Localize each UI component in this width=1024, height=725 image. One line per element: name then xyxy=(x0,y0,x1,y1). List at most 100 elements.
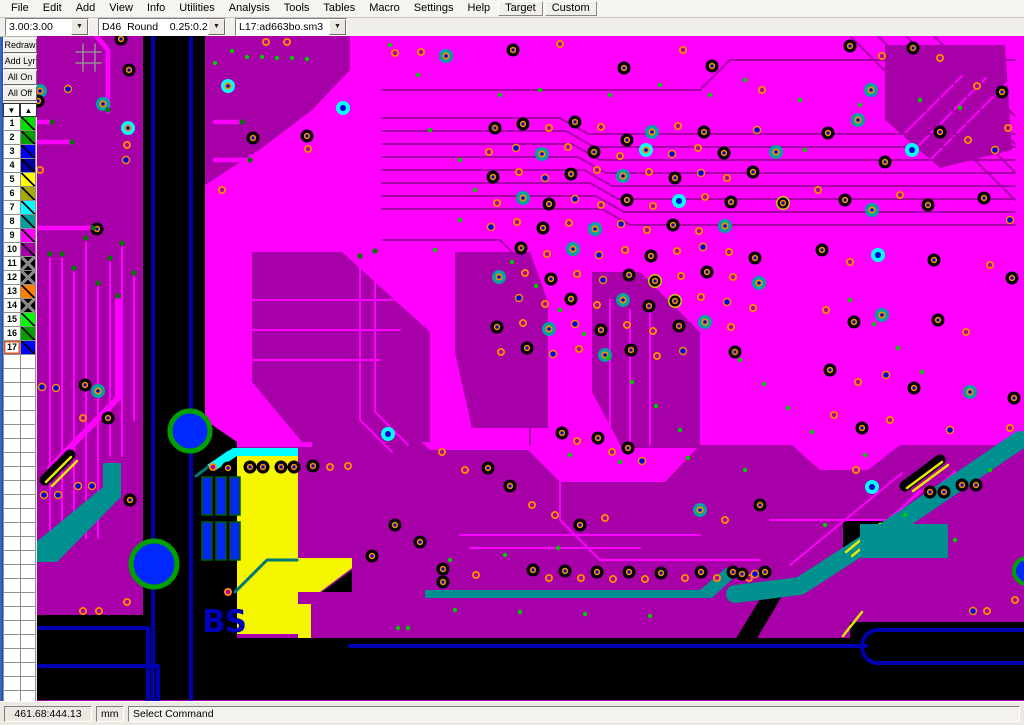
menu-file[interactable]: File xyxy=(4,1,36,16)
layer-combo[interactable]: L17:ad663bo.sm3 ▼ xyxy=(235,18,347,36)
layer-number-12[interactable]: 12 xyxy=(3,271,21,285)
via xyxy=(290,56,294,60)
layer-number-15[interactable]: 15 xyxy=(3,313,21,327)
grid-combo[interactable]: 3.00:3.00 ▼ xyxy=(5,18,89,36)
via xyxy=(448,558,452,562)
layer-row-13[interactable]: 13 xyxy=(3,285,37,299)
redraw-button[interactable]: Redraw xyxy=(3,38,37,53)
chevron-down-icon[interactable]: ▼ xyxy=(208,19,225,35)
pcb-drawing[interactable]: BS xyxy=(37,36,1024,702)
layer-number-16[interactable]: 16 xyxy=(3,327,21,341)
via xyxy=(627,273,630,276)
layer-swatch-9[interactable] xyxy=(21,229,36,243)
empty-swatch xyxy=(21,579,36,593)
menu-info[interactable]: Info xyxy=(140,1,172,16)
layer-row-8[interactable]: 8 xyxy=(3,215,37,229)
layer-number-4[interactable]: 4 xyxy=(3,159,21,173)
pcb-canvas[interactable]: BS xyxy=(37,36,1024,702)
menu-macro[interactable]: Macro xyxy=(362,1,407,16)
layer-swatch-1[interactable] xyxy=(21,117,36,131)
via xyxy=(988,468,992,472)
layer-number-13[interactable]: 13 xyxy=(3,285,21,299)
layer-swatch-12[interactable] xyxy=(21,271,36,285)
layer-number-17[interactable]: 17 xyxy=(3,341,21,355)
layer-row-4[interactable]: 4 xyxy=(3,159,37,173)
chevron-down-icon[interactable]: ▼ xyxy=(329,19,346,35)
pad-combo[interactable]: D46 Round 0.25:0.25 ▼ xyxy=(98,18,226,36)
layer-row-11[interactable]: 11 xyxy=(3,257,37,271)
layer-swatch-11[interactable] xyxy=(21,257,36,271)
layer-swatch-7[interactable] xyxy=(21,201,36,215)
via xyxy=(340,105,346,111)
layer-row-6[interactable]: 6 xyxy=(3,187,37,201)
menu-custom[interactable]: Custom xyxy=(545,1,597,16)
menu-utilities[interactable]: Utilities xyxy=(172,1,221,16)
via xyxy=(724,299,730,305)
via xyxy=(119,37,122,40)
layer-row-3[interactable]: 3 xyxy=(3,145,37,159)
layer-swatch-16[interactable] xyxy=(21,327,36,341)
via xyxy=(964,330,968,334)
via xyxy=(645,228,649,232)
layer-row-12[interactable]: 12 xyxy=(3,271,37,285)
via xyxy=(1010,276,1013,279)
menu-tables[interactable]: Tables xyxy=(316,1,362,16)
all-off-button[interactable]: All Off xyxy=(3,86,37,101)
scroll-up-icon[interactable]: ▲ xyxy=(20,103,37,117)
layer-swatch-6[interactable] xyxy=(21,187,36,201)
layer-number-9[interactable]: 9 xyxy=(3,229,21,243)
layer-swatch-4[interactable] xyxy=(21,159,36,173)
layer-row-17[interactable]: 17 xyxy=(3,341,37,355)
layer-row-5[interactable]: 5 xyxy=(3,173,37,187)
layer-row-16[interactable]: 16 xyxy=(3,327,37,341)
layer-swatch-5[interactable] xyxy=(21,173,36,187)
layer-number-5[interactable]: 5 xyxy=(3,173,21,187)
menu-help[interactable]: Help xyxy=(461,1,498,16)
menu-add[interactable]: Add xyxy=(69,1,103,16)
layer-row-9[interactable]: 9 xyxy=(3,229,37,243)
layer-row-14[interactable]: 14 xyxy=(3,299,37,313)
via xyxy=(396,626,400,630)
pcb-cad-window: { "menu": {"items": [ {"l":"File"},{"l":… xyxy=(0,0,1024,725)
add-lyr-button[interactable]: Add Lyr xyxy=(3,54,37,69)
via xyxy=(385,431,391,437)
layer-number-11[interactable]: 11 xyxy=(3,257,21,271)
layer-row-10[interactable]: 10 xyxy=(3,243,37,257)
layer-swatch-17[interactable] xyxy=(21,341,36,355)
layer-number-3[interactable]: 3 xyxy=(3,145,21,159)
layer-number-10[interactable]: 10 xyxy=(3,243,21,257)
layer-number-2[interactable]: 2 xyxy=(3,131,21,145)
chevron-down-icon[interactable]: ▼ xyxy=(71,19,88,35)
menu-target[interactable]: Target xyxy=(498,1,543,16)
menu-view[interactable]: View xyxy=(102,1,140,16)
layer-swatch-8[interactable] xyxy=(21,215,36,229)
layer-swatch-15[interactable] xyxy=(21,313,36,327)
menu-tools[interactable]: Tools xyxy=(277,1,317,16)
layer-swatch-13[interactable] xyxy=(21,285,36,299)
via xyxy=(824,308,828,312)
via xyxy=(95,227,98,230)
command-prompt[interactable]: Select Command xyxy=(128,706,1020,722)
layer-row-1[interactable]: 1 xyxy=(3,117,37,131)
scroll-down-icon[interactable]: ▼ xyxy=(3,103,20,117)
via xyxy=(83,235,88,240)
layer-swatch-14[interactable] xyxy=(21,299,36,313)
layer-swatch-10[interactable] xyxy=(21,243,36,257)
menu-edit[interactable]: Edit xyxy=(36,1,69,16)
layer-row-empty xyxy=(3,523,37,537)
layer-number-7[interactable]: 7 xyxy=(3,201,21,215)
layer-number-6[interactable]: 6 xyxy=(3,187,21,201)
menu-settings[interactable]: Settings xyxy=(407,1,461,16)
layer-number-8[interactable]: 8 xyxy=(3,215,21,229)
menu-analysis[interactable]: Analysis xyxy=(222,1,277,16)
layer-number-14[interactable]: 14 xyxy=(3,299,21,313)
layer-number-1[interactable]: 1 xyxy=(3,117,21,131)
via xyxy=(852,320,855,323)
layer-swatch-2[interactable] xyxy=(21,131,36,145)
via xyxy=(738,358,742,362)
layer-row-2[interactable]: 2 xyxy=(3,131,37,145)
layer-row-15[interactable]: 15 xyxy=(3,313,37,327)
layer-row-7[interactable]: 7 xyxy=(3,201,37,215)
layer-swatch-3[interactable] xyxy=(21,145,36,159)
all-on-button[interactable]: All On xyxy=(3,70,37,85)
